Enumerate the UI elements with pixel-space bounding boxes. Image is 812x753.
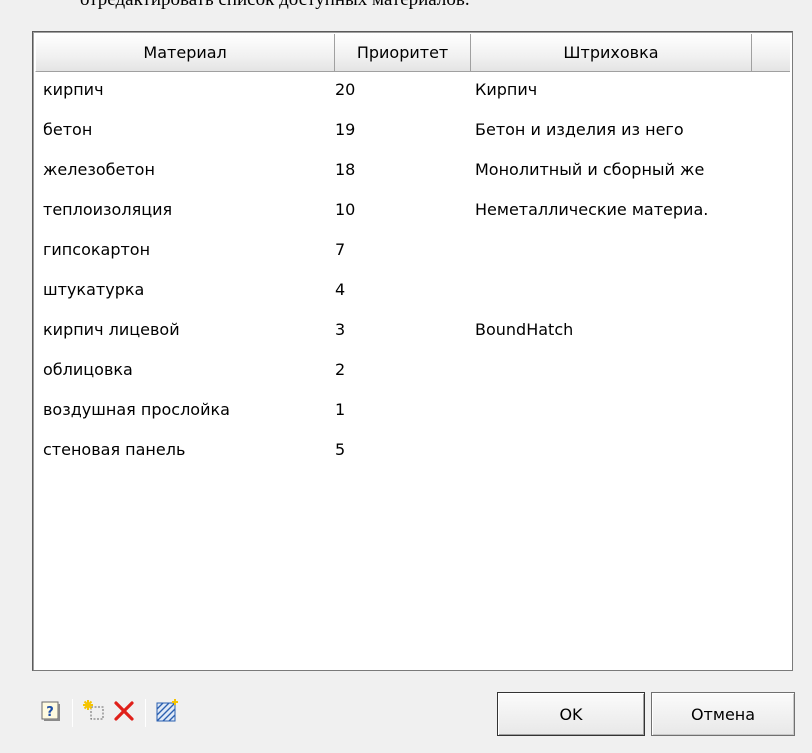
- table-row[interactable]: теплоизоляция 10 Неметаллические материа…: [35, 192, 790, 232]
- toolbar-separator: [145, 699, 146, 727]
- edit-hatch-icon: [154, 698, 180, 728]
- cell-priority: 20: [335, 80, 356, 99]
- cell-material: облицовка: [43, 360, 133, 379]
- cell-material: железобетон: [43, 160, 155, 179]
- instruction-text: отредактировать список доступных материа…: [80, 0, 470, 12]
- cell-priority: 2: [335, 360, 346, 379]
- table-body: кирпич 20 Кирпич бетон 19 Бетон и издели…: [35, 72, 790, 472]
- table-row[interactable]: штукатурка 4: [35, 272, 790, 312]
- delete-icon: [112, 699, 136, 727]
- column-header-priority[interactable]: Приоритет: [335, 34, 471, 72]
- column-header-hatch[interactable]: Штриховка: [470, 34, 753, 72]
- cell-material: штукатурка: [43, 280, 145, 299]
- table-row[interactable]: облицовка 2: [35, 352, 790, 392]
- cell-priority: 10: [335, 200, 356, 219]
- ok-button[interactable]: OK: [497, 692, 645, 736]
- svg-text:?: ?: [46, 705, 54, 720]
- bottom-toolbar: ?: [36, 695, 182, 731]
- cancel-button[interactable]: Отмена: [651, 692, 795, 736]
- table-row[interactable]: железобетон 18 Монолитный и сборный же: [35, 152, 790, 192]
- cell-priority: 4: [335, 280, 346, 299]
- table-row[interactable]: кирпич лицевой 3 BoundHatch: [35, 312, 790, 352]
- delete-button[interactable]: [109, 698, 139, 728]
- materials-table[interactable]: Материал Приоритет Штриховка кирпич 20 К…: [32, 31, 793, 671]
- cell-hatch: Кирпич: [475, 80, 538, 99]
- cell-priority: 7: [335, 240, 346, 259]
- cell-priority: 18: [335, 160, 356, 179]
- cell-hatch: BoundHatch: [475, 320, 574, 339]
- cell-material: теплоизоляция: [43, 200, 173, 219]
- cell-material: воздушная прослойка: [43, 400, 230, 419]
- cell-material: кирпич: [43, 80, 104, 99]
- cell-priority: 5: [335, 440, 346, 459]
- help-button[interactable]: ?: [36, 698, 66, 728]
- help-icon: ?: [40, 700, 62, 726]
- cell-hatch: Бетон и изделия из него: [475, 120, 684, 139]
- cell-priority: 3: [335, 320, 346, 339]
- cell-hatch: Монолитный и сборный же: [475, 160, 705, 179]
- new-item-icon: [82, 699, 106, 727]
- table-row[interactable]: гипсокартон 7: [35, 232, 790, 272]
- cell-priority: 19: [335, 120, 356, 139]
- column-header-extra[interactable]: [752, 34, 790, 72]
- cell-material: стеновая панель: [43, 440, 186, 459]
- cell-material: бетон: [43, 120, 93, 139]
- table-row[interactable]: бетон 19 Бетон и изделия из него: [35, 112, 790, 152]
- cell-material: кирпич лицевой: [43, 320, 180, 339]
- cell-material: гипсокартон: [43, 240, 151, 259]
- table-row[interactable]: стеновая панель 5: [35, 432, 790, 472]
- edit-hatch-button[interactable]: [152, 698, 182, 728]
- table-row[interactable]: воздушная прослойка 1: [35, 392, 790, 432]
- toolbar-separator: [72, 699, 73, 727]
- cell-hatch: Неметаллические материа.: [475, 200, 709, 219]
- cell-priority: 1: [335, 400, 346, 419]
- table-row[interactable]: кирпич 20 Кирпич: [35, 72, 790, 112]
- table-header: Материал Приоритет Штриховка: [35, 34, 790, 72]
- new-item-button[interactable]: [79, 698, 109, 728]
- column-header-material[interactable]: Материал: [35, 34, 336, 72]
